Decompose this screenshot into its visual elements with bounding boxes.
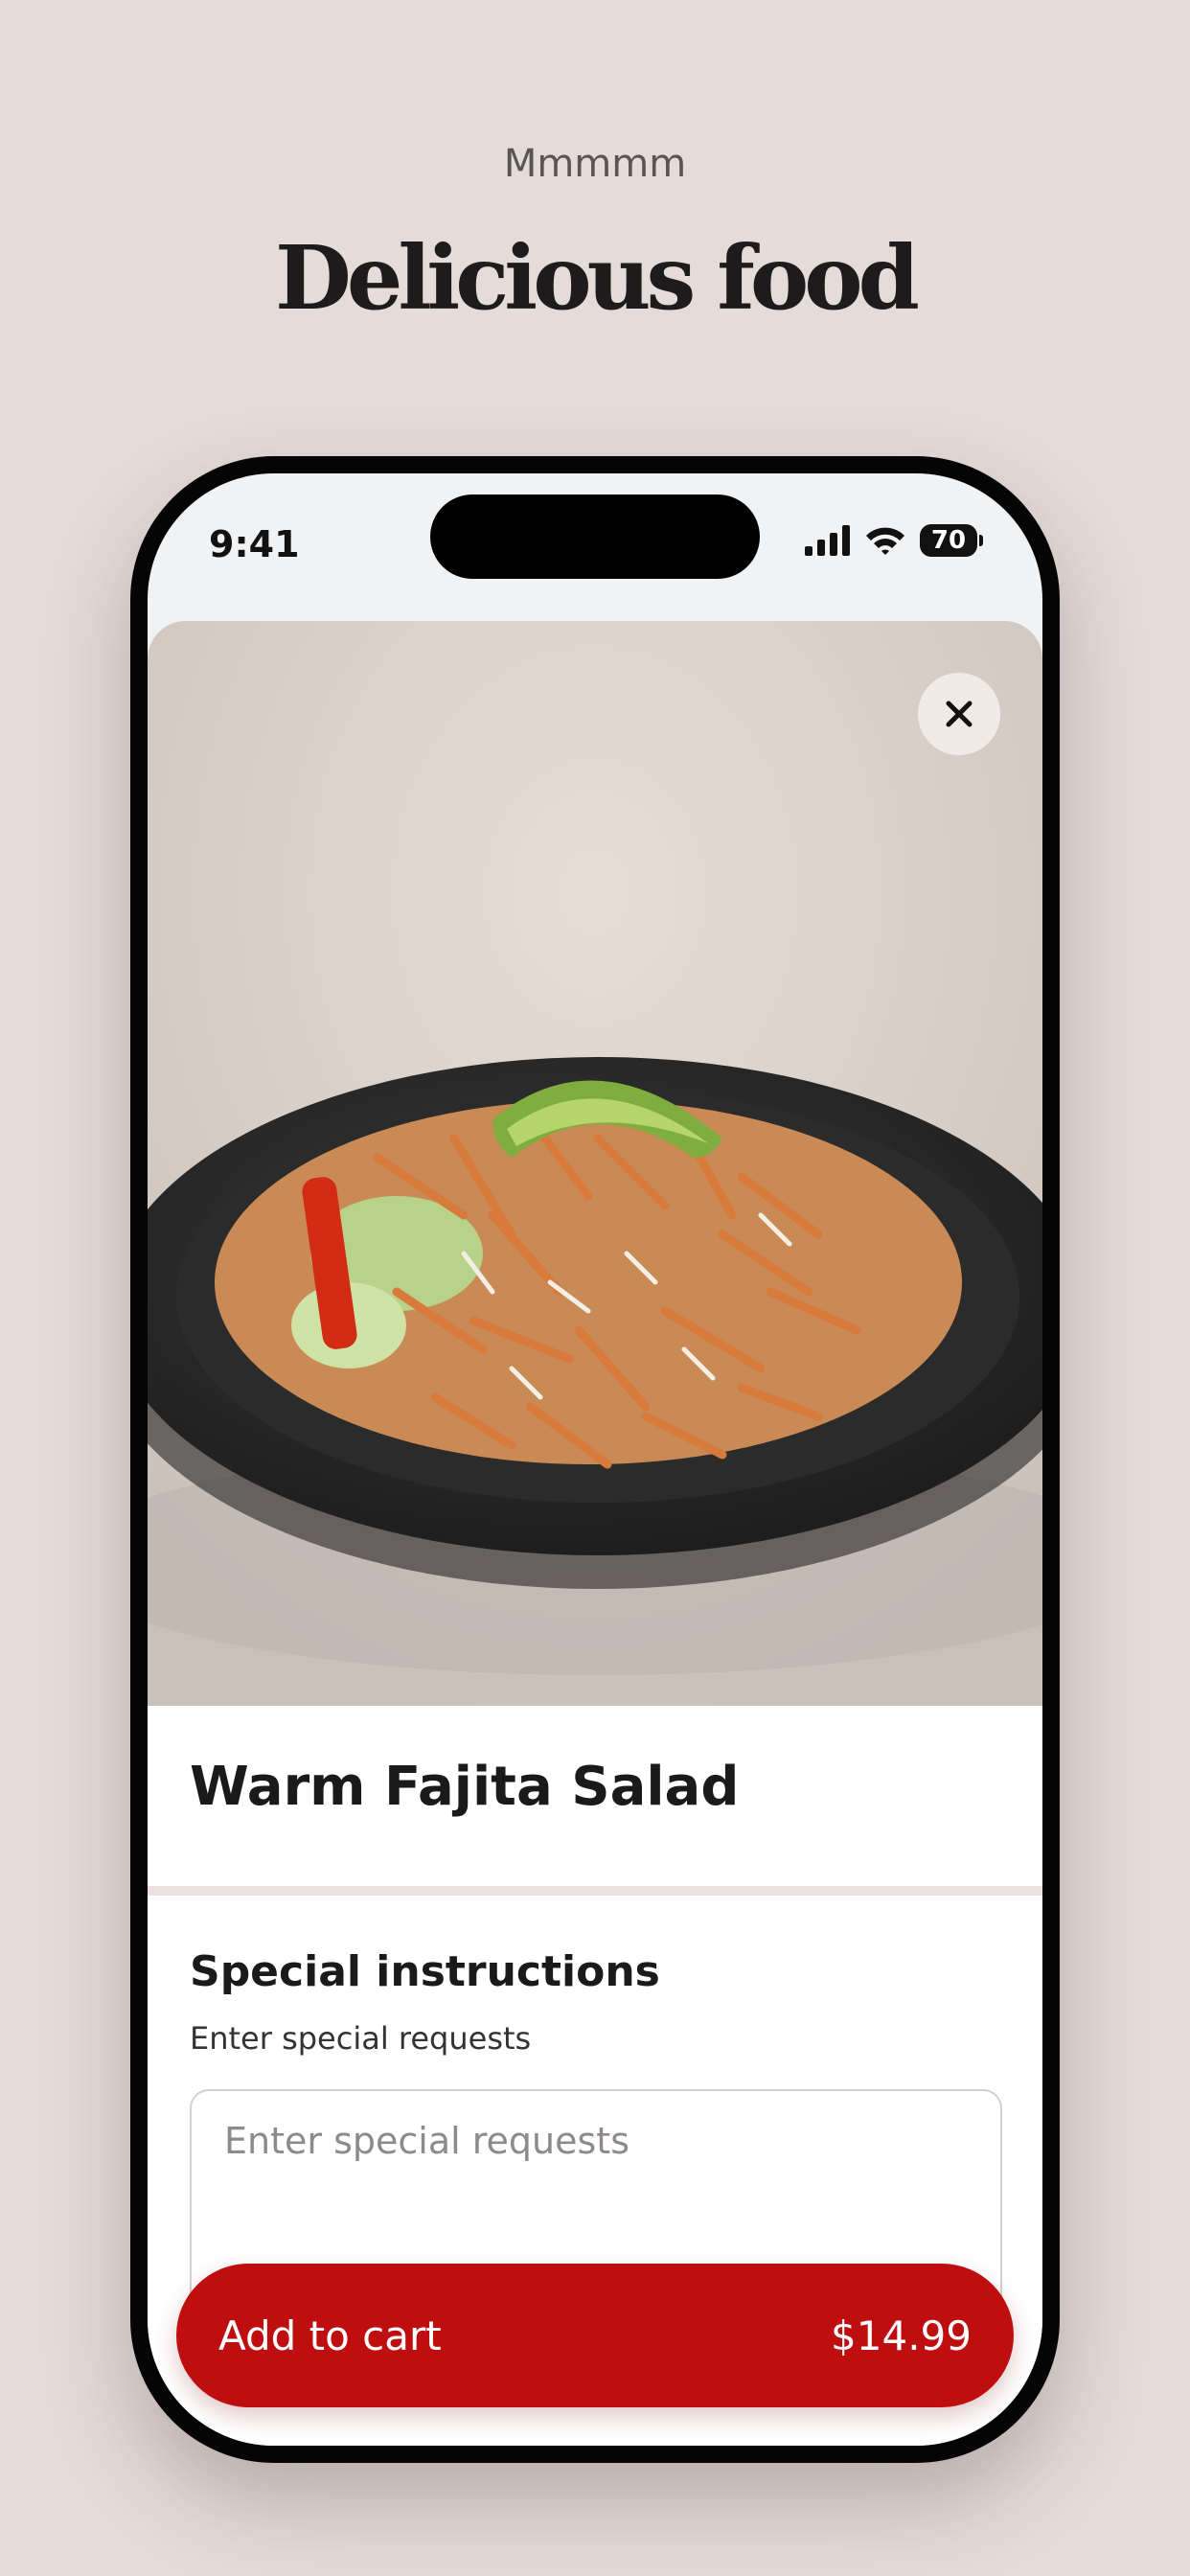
close-icon xyxy=(946,701,973,727)
battery-cap xyxy=(979,535,983,546)
status-time: 9:41 xyxy=(209,523,300,565)
eyebrow-text: Mmmmm xyxy=(503,142,687,186)
page-headline: Delicious food xyxy=(275,226,920,330)
add-to-cart-button[interactable]: Add to cart $14.99 xyxy=(176,2264,1014,2407)
special-instructions-subtitle: Enter special requests xyxy=(190,2020,532,2057)
battery-level: 70 xyxy=(920,524,977,557)
status-icons: 70 xyxy=(805,521,983,560)
battery-icon: 70 xyxy=(920,524,983,557)
special-instructions-title: Special instructions xyxy=(190,1947,660,1996)
section-divider xyxy=(148,1886,1042,1896)
salad-illustration xyxy=(148,621,1042,1706)
phone-frame: 9:41 70 Warm Fajita Salad Special instru… xyxy=(130,456,1060,2463)
item-title: Warm Fajita Salad xyxy=(190,1756,740,1818)
item-detail-sheet: Warm Fajita Salad Special instructions E… xyxy=(148,621,1042,2446)
phone-screen: 9:41 70 Warm Fajita Salad Special instru… xyxy=(148,473,1042,2446)
cellular-signal-icon xyxy=(805,525,850,556)
item-price: $14.99 xyxy=(831,2312,972,2359)
wifi-icon xyxy=(866,527,904,555)
item-photo xyxy=(148,621,1042,1706)
add-to-cart-label: Add to cart xyxy=(218,2312,442,2359)
close-button[interactable] xyxy=(918,673,1000,755)
dynamic-island xyxy=(430,494,760,579)
